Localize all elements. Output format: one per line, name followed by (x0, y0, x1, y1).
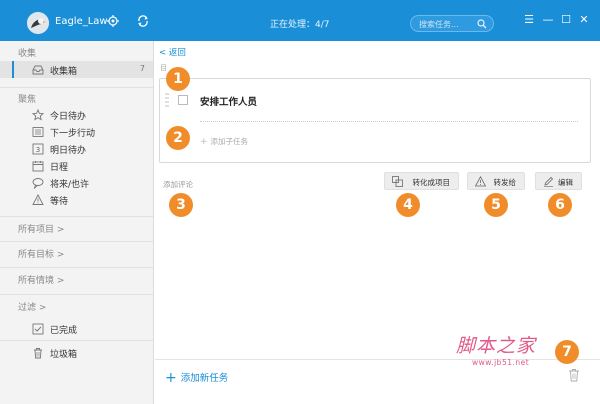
focus-section-header: 聚焦 (18, 95, 37, 105)
sidebar-item-label: 下一步行动 (50, 129, 96, 139)
search-box[interactable]: 搜索任务... (410, 15, 494, 32)
sidebar-item-schedule[interactable]: 日程 (0, 157, 153, 174)
sidebar-item-trash[interactable]: 垃圾箱 (0, 344, 153, 361)
sidebar-item-label: 垃圾箱 (50, 350, 78, 360)
search-placeholder: 搜索任务... (419, 20, 459, 29)
watermark-logo: 脚本之家 (456, 335, 537, 357)
marker-2: 2 (166, 126, 190, 150)
sidebar-item-someday[interactable]: 将来/也许 (0, 174, 153, 191)
divider (155, 359, 600, 360)
group-label: 过滤 > (18, 303, 47, 313)
sidebar-group-goals[interactable]: 所有目标 > (0, 241, 153, 263)
task-card: 安排工作人员 + 添加子任务 (159, 78, 591, 163)
convert-to-project-button[interactable]: 转化成项目 (384, 172, 459, 190)
inbox-section-header: 收集 (18, 49, 37, 59)
close-button[interactable]: ✕ (576, 12, 592, 28)
sidebar-item-label: 将来/也许 (50, 180, 90, 190)
add-subtask-label: 添加子任务 (210, 137, 249, 146)
marker-1: 1 (166, 67, 190, 91)
chevron-left-icon: < (159, 48, 167, 58)
marker-5: 5 (484, 193, 508, 217)
search-icon[interactable] (477, 19, 487, 29)
sync-icon[interactable] (136, 14, 150, 28)
sidebar: 收集 收集箱 7 聚焦 今日待办 下一步行动 3 明日待办 日程 将来/也许 等… (0, 41, 154, 404)
convert-icon (392, 176, 403, 187)
username[interactable]: Eagle_Law (55, 16, 108, 27)
checkbox-checked-icon (32, 323, 44, 335)
forward-label: 转发给 (493, 178, 517, 187)
edit-button[interactable]: 编辑 (535, 172, 582, 190)
plus-icon: + (165, 370, 177, 386)
eagle-icon (27, 12, 49, 34)
warning-triangle-icon (32, 194, 44, 205)
marker-4: 4 (396, 193, 420, 217)
chevron-right-icon: > (56, 250, 65, 260)
minimize-button[interactable]: — (540, 12, 556, 28)
trash-icon (34, 348, 42, 359)
sidebar-item-inbox[interactable]: 收集箱 7 (0, 61, 153, 78)
chevron-right-icon: > (38, 303, 47, 313)
add-subtask-button[interactable]: + 添加子任务 (200, 136, 248, 147)
sidebar-group-contexts[interactable]: 所有情境 > (0, 267, 153, 289)
sidebar-group-filter[interactable]: 过滤 > (0, 294, 153, 316)
chevron-right-icon: > (56, 225, 65, 235)
group-label: 所有情境 > (18, 276, 65, 286)
back-link[interactable]: < 返回 (159, 46, 186, 58)
task-project-label: 目 (160, 64, 167, 72)
task-checkbox[interactable] (178, 95, 188, 105)
calendar-3-icon: 3 (32, 143, 44, 155)
settings-icon[interactable] (106, 14, 120, 28)
task-title[interactable]: 安排工作人员 (200, 94, 257, 108)
maximize-button[interactable]: ☐ (558, 12, 574, 28)
add-new-task-button[interactable]: + 添加新任务 (165, 370, 228, 386)
sidebar-item-tomorrow[interactable]: 3 明日待办 (0, 140, 153, 157)
marker-3: 3 (169, 193, 193, 217)
chevron-right-icon: > (56, 276, 65, 286)
add-comment-link[interactable]: 添加评论 (163, 179, 193, 190)
star-icon (32, 109, 44, 121)
sidebar-group-projects[interactable]: 所有项目 > (0, 216, 153, 238)
trash-icon[interactable] (568, 368, 580, 382)
sidebar-item-waiting[interactable]: 等待 (0, 191, 153, 208)
group-label: 所有目标 > (18, 250, 65, 260)
sidebar-item-next-action[interactable]: 下一步行动 (0, 123, 153, 140)
divider (0, 87, 153, 88)
edit-label: 编辑 (558, 178, 573, 187)
divider (0, 340, 153, 341)
forward-button[interactable]: 转发给 (467, 172, 525, 190)
avatar[interactable] (27, 12, 49, 34)
watermark-url: www.jb51.net (472, 358, 530, 367)
processing-status: 正在处理：4/7 (270, 20, 330, 30)
sidebar-item-today[interactable]: 今日待办 (0, 106, 153, 123)
pencil-icon (544, 176, 554, 187)
sidebar-item-label: 已完成 (50, 326, 78, 336)
title-bar: Eagle_Law 正在处理：4/7 搜索任务... ☰ — ☐ ✕ (0, 0, 600, 41)
inbox-icon (32, 65, 44, 75)
menu-button[interactable]: ☰ (521, 12, 537, 28)
list-icon (32, 127, 44, 137)
marker-7: 7 (555, 340, 579, 364)
sidebar-item-label: 日程 (50, 163, 69, 173)
sidebar-item-label: 收集箱 (50, 67, 78, 77)
convert-label: 转化成项目 (412, 178, 451, 187)
marker-6: 6 (548, 193, 572, 217)
add-task-label: 添加新任务 (180, 373, 229, 384)
back-label: 返回 (168, 48, 186, 58)
group-label: 所有项目 > (18, 225, 65, 235)
sidebar-item-label: 等待 (50, 197, 69, 207)
sidebar-item-label: 明日待办 (50, 146, 87, 156)
calendar-icon (32, 161, 44, 172)
sidebar-item-completed[interactable]: 已完成 (0, 320, 153, 337)
plus-icon: + (200, 137, 208, 147)
drag-handle-icon[interactable] (165, 92, 169, 108)
warning-triangle-icon (475, 176, 486, 187)
speech-bubble-icon (32, 178, 44, 189)
inbox-count: 7 (139, 64, 145, 73)
divider (200, 121, 578, 122)
svg-text:3: 3 (36, 146, 40, 154)
sidebar-item-label: 今日待办 (50, 112, 87, 122)
